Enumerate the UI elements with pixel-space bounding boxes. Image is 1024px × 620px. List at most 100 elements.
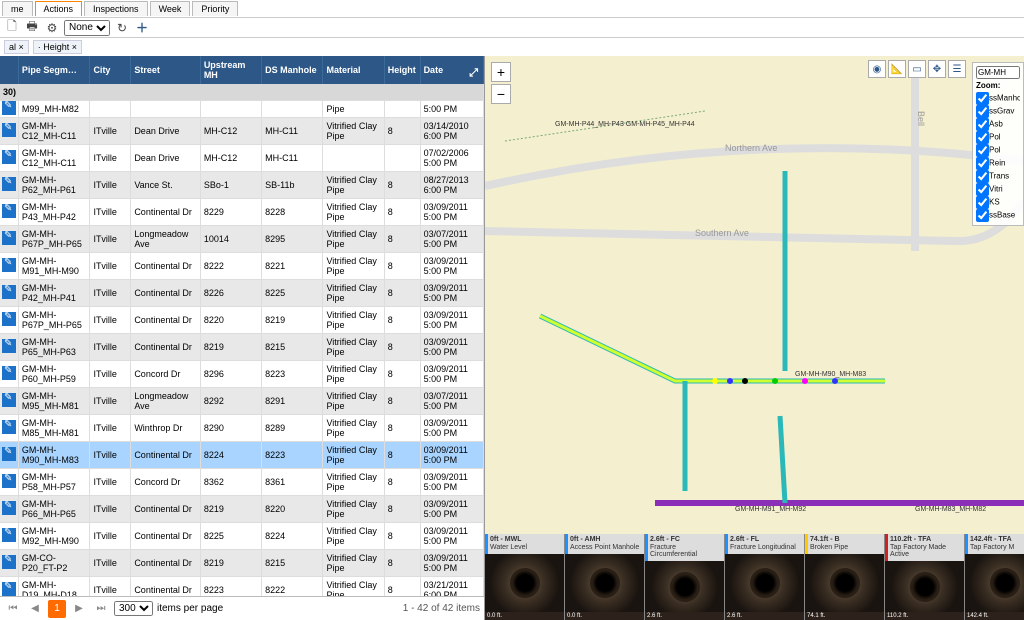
pencil-icon[interactable] [2, 231, 16, 245]
filter-chip[interactable]: · Height × [33, 40, 82, 54]
settings-icon[interactable]: ⚙ [44, 20, 60, 36]
table-row[interactable]: GM-CO-P20_FT-P2ITvilleContinental Dr8219… [0, 550, 484, 577]
pencil-icon[interactable] [2, 258, 16, 272]
observation-thumb[interactable]: 0ft - MWLWater Level0.0 ft. [485, 534, 565, 620]
observation-thumb[interactable]: 2.6ft - FCFracture Circumferential2.6 ft… [645, 534, 725, 620]
new-icon[interactable]: 🗋 [4, 20, 20, 36]
layer-toggle[interactable]: ssBase [976, 209, 1020, 222]
col-header[interactable] [0, 56, 18, 84]
table-row[interactable]: GM-MH-P60_MH-P59ITvilleConcord Dr8296822… [0, 361, 484, 388]
col-header[interactable]: Pipe Segm… [18, 56, 90, 84]
edit-cell[interactable] [0, 253, 18, 280]
layer-checkbox[interactable] [976, 92, 989, 105]
table-row[interactable]: GM-MH-P43_MH-P42ITvilleContinental Dr822… [0, 199, 484, 226]
layer-toggle[interactable]: Rein [976, 157, 1020, 170]
edit-cell[interactable] [0, 523, 18, 550]
map-search-input[interactable] [976, 66, 1020, 79]
layer-checkbox[interactable] [976, 118, 989, 131]
edit-cell[interactable] [0, 334, 18, 361]
col-header[interactable]: City [90, 56, 131, 84]
pencil-icon[interactable] [2, 420, 16, 434]
edit-cell[interactable] [0, 307, 18, 334]
table-row[interactable]: GM-MH-P58_MH-P57ITvilleConcord Dr8362836… [0, 469, 484, 496]
edit-cell[interactable] [0, 415, 18, 442]
print-icon[interactable]: 🖶 [24, 20, 40, 36]
pencil-icon[interactable] [2, 447, 16, 461]
pencil-icon[interactable] [2, 366, 16, 380]
edit-cell[interactable] [0, 550, 18, 577]
edit-cell[interactable] [0, 172, 18, 199]
page-number[interactable]: 1 [48, 600, 66, 618]
layer-toggle[interactable]: Asb [976, 118, 1020, 131]
edit-cell[interactable] [0, 469, 18, 496]
observation-thumb[interactable]: 74.1ft - BBroken Pipe74.1 ft. [805, 534, 885, 620]
table-row[interactable]: GM-MH-P66_MH-P65ITvilleContinental Dr821… [0, 496, 484, 523]
tab-me[interactable]: me [2, 1, 33, 16]
observation-thumb[interactable]: 110.2ft - TFATap Factory Made Active110.… [885, 534, 965, 620]
pencil-icon[interactable] [2, 501, 16, 515]
pencil-icon[interactable] [2, 582, 16, 596]
edit-cell[interactable] [0, 577, 18, 597]
layer-checkbox[interactable] [976, 196, 989, 209]
filter-chip[interactable]: al × [4, 40, 29, 54]
map-tool-select-icon[interactable]: ▭ [908, 60, 926, 78]
first-page-icon[interactable]: ⏮ [4, 600, 22, 618]
layer-checkbox[interactable] [976, 105, 989, 118]
pencil-icon[interactable] [2, 339, 16, 353]
edit-cell[interactable] [0, 280, 18, 307]
zoom-out-button[interactable]: − [491, 84, 511, 104]
pencil-icon[interactable] [2, 312, 16, 326]
pencil-icon[interactable] [2, 204, 16, 218]
layer-toggle[interactable]: ssManhol [976, 92, 1020, 105]
table-row[interactable]: M99_MH-M82Pipe5:00 PM [0, 101, 484, 118]
edit-cell[interactable] [0, 442, 18, 469]
page-size-select[interactable]: 300 [114, 601, 153, 616]
table-row[interactable]: GM-MH-C12_MH-C11ITvilleDean DriveMH-C12M… [0, 118, 484, 145]
pencil-icon[interactable] [2, 177, 16, 191]
layer-checkbox[interactable] [976, 209, 989, 222]
pencil-icon[interactable] [2, 474, 16, 488]
toolbar-dropdown[interactable]: None [64, 20, 110, 36]
table-row[interactable]: GM-MH-P62_MH-P61ITvilleVance St.SBo-1SB-… [0, 172, 484, 199]
map-tool-pan-icon[interactable]: ✥ [928, 60, 946, 78]
edit-cell[interactable] [0, 199, 18, 226]
refresh-icon[interactable]: ↻ [114, 20, 130, 36]
map-panel[interactable]: Northern Ave Southern Ave Bell GM-MH-P44… [485, 56, 1024, 620]
layer-checkbox[interactable] [976, 183, 989, 196]
col-header[interactable]: Date⤢ [420, 56, 483, 84]
edit-cell[interactable] [0, 145, 18, 172]
tab-priority[interactable]: Priority [192, 1, 238, 16]
pencil-icon[interactable] [2, 555, 16, 569]
layer-checkbox[interactable] [976, 170, 989, 183]
layer-checkbox[interactable] [976, 157, 989, 170]
col-header[interactable]: Height [384, 56, 420, 84]
layer-toggle[interactable]: Pol [976, 131, 1020, 144]
edit-cell[interactable] [0, 361, 18, 388]
col-header[interactable]: Upstream MH [200, 56, 261, 84]
edit-cell[interactable] [0, 101, 18, 118]
edit-cell[interactable] [0, 388, 18, 415]
pencil-icon[interactable] [2, 528, 16, 542]
expand-icon[interactable]: ⤢ [469, 67, 478, 80]
observation-thumb[interactable]: 0ft - AMHAccess Point Manhole0.0 ft. [565, 534, 645, 620]
layer-checkbox[interactable] [976, 131, 989, 144]
table-row[interactable]: GM-MH-M95_MH-M81ITvilleLongmeadow Ave829… [0, 388, 484, 415]
edit-cell[interactable] [0, 496, 18, 523]
table-row[interactable]: GM-MH-C12_MH-C11ITvilleDean DriveMH-C12M… [0, 145, 484, 172]
col-header[interactable]: Street [131, 56, 201, 84]
pencil-icon[interactable] [2, 393, 16, 407]
layer-toggle[interactable]: Vitri [976, 183, 1020, 196]
map-tool-identify-icon[interactable]: ◉ [868, 60, 886, 78]
table-row[interactable]: GM-MH-D19_MH-D18ITvilleContinental Dr822… [0, 577, 484, 597]
table-row[interactable]: GM-MH-P67P_MH-P65ITvilleContinental Dr82… [0, 307, 484, 334]
map-tool-layers-icon[interactable]: ☰ [948, 60, 966, 78]
table-row[interactable]: GM-MH-P42_MH-P41ITvilleContinental Dr822… [0, 280, 484, 307]
table-row[interactable]: GM-MH-M90_MH-M83ITvilleContinental Dr822… [0, 442, 484, 469]
table-row[interactable]: GM-MH-M92_MH-M90ITvilleContinental Dr822… [0, 523, 484, 550]
tab-inspections[interactable]: Inspections [84, 1, 148, 16]
last-page-icon[interactable]: ⏭ [92, 600, 110, 618]
layer-toggle[interactable]: KS [976, 196, 1020, 209]
col-header[interactable]: DS Manhole [262, 56, 323, 84]
add-icon[interactable]: ＋ [134, 20, 150, 36]
tab-week[interactable]: Week [150, 1, 191, 16]
